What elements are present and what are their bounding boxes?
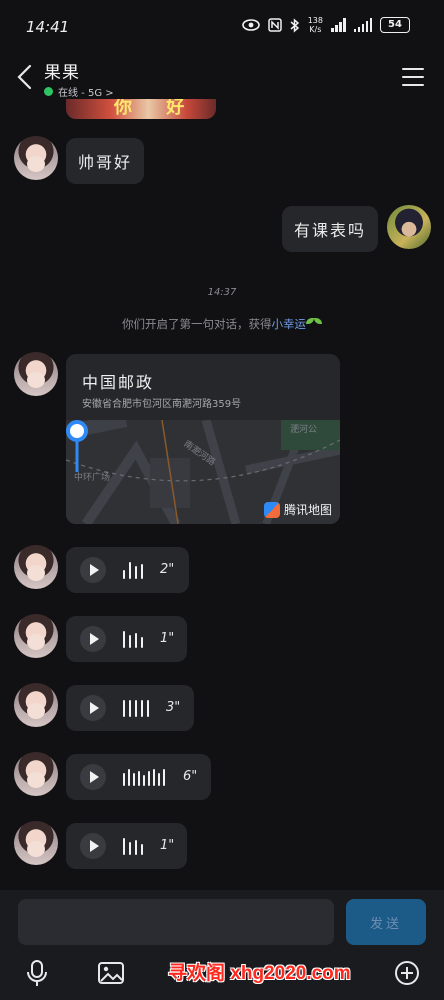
nfc-icon [267, 18, 282, 32]
location-address: 安徽省合肥市包河区南淝河路359号 [82, 399, 242, 410]
play-icon[interactable] [80, 557, 106, 583]
status-bar: 14:41 138 K/s 54 [0, 0, 444, 52]
play-icon[interactable] [80, 764, 106, 790]
road-label: 淝河公 [290, 425, 318, 435]
network-speed: 138 K/s [307, 16, 323, 34]
signal-icon-2 [353, 18, 372, 32]
tencent-map-icon [263, 501, 280, 518]
online-dot [44, 87, 53, 96]
image-message-text: 你 好 [114, 99, 199, 118]
lucky-link[interactable]: 小幸运 [272, 317, 307, 331]
waveform-icon [123, 700, 149, 717]
peer-avatar[interactable] [14, 614, 58, 658]
waveform-icon [123, 769, 165, 786]
voice-message[interactable]: 2" [66, 547, 189, 593]
message-input[interactable] [18, 899, 334, 945]
play-icon[interactable] [80, 626, 106, 652]
my-avatar[interactable] [387, 205, 431, 249]
bluetooth-icon [290, 17, 299, 33]
image-icon[interactable] [94, 956, 128, 990]
voice-duration: 2" [160, 562, 175, 577]
map-preview[interactable]: 南淝河路 中环广场 淝河公 腾讯地图 [66, 420, 340, 524]
message-text: 帅哥好 [77, 153, 132, 172]
watermark: 寻欢阁 xhg2020.com [168, 963, 351, 984]
eye-icon [241, 19, 260, 31]
waveform-icon [123, 631, 143, 648]
voice-message[interactable]: 1" [66, 823, 187, 869]
signal-icon-1 [331, 18, 346, 32]
peer-message-bubble[interactable]: 帅哥好 [66, 138, 144, 184]
map-provider: 腾讯地图 [263, 501, 332, 518]
send-button[interactable]: 发送 [346, 899, 426, 945]
battery-icon: 54 [380, 17, 410, 33]
plus-icon[interactable] [390, 956, 424, 990]
back-icon[interactable] [14, 62, 36, 92]
system-notice-text: 你们开启了第一句对话，获得 [122, 317, 272, 331]
voice-duration: 1" [160, 631, 175, 646]
waveform-icon [123, 838, 143, 855]
play-icon[interactable] [80, 695, 106, 721]
online-status[interactable]: 在线 - 5G > [44, 84, 114, 99]
voice-message[interactable]: 6" [66, 754, 211, 800]
voice-message[interactable]: 3" [66, 685, 194, 731]
sprout-icon [306, 317, 322, 329]
peer-avatar[interactable] [14, 821, 58, 865]
peer-avatar[interactable] [14, 683, 58, 727]
voice-duration: 1" [160, 838, 175, 853]
play-icon[interactable] [80, 833, 106, 859]
message-text: 有课表吗 [293, 221, 366, 240]
peer-avatar[interactable] [14, 136, 58, 180]
system-notice: 你们开启了第一句对话，获得小幸运 [0, 316, 444, 332]
map-provider-label: 腾讯地图 [283, 503, 332, 517]
location-card[interactable]: 中国邮政 安徽省合肥市包河区南淝河路359号 南淝河路 中环广场 淝河公 腾讯地… [66, 354, 340, 524]
my-message-bubble[interactable]: 有课表吗 [282, 206, 378, 252]
location-pin-icon [66, 420, 88, 472]
message-timestamp: 14:37 [207, 287, 237, 298]
peer-avatar[interactable] [14, 352, 58, 396]
mic-icon[interactable] [20, 956, 54, 990]
menu-icon[interactable] [402, 68, 424, 86]
image-message[interactable]: 你 好 [66, 99, 216, 119]
online-status-label: 在线 - 5G > [58, 88, 114, 99]
contact-name[interactable]: 果果 [44, 58, 80, 83]
location-title: 中国邮政 [82, 373, 155, 392]
voice-message[interactable]: 1" [66, 616, 187, 662]
status-icons: 138 K/s 54 [241, 16, 410, 34]
peer-avatar[interactable] [14, 752, 58, 796]
status-time: 14:41 [26, 18, 70, 36]
voice-duration: 3" [166, 700, 181, 715]
waveform-icon [123, 562, 143, 579]
peer-avatar[interactable] [14, 545, 58, 589]
voice-duration: 6" [183, 769, 198, 784]
